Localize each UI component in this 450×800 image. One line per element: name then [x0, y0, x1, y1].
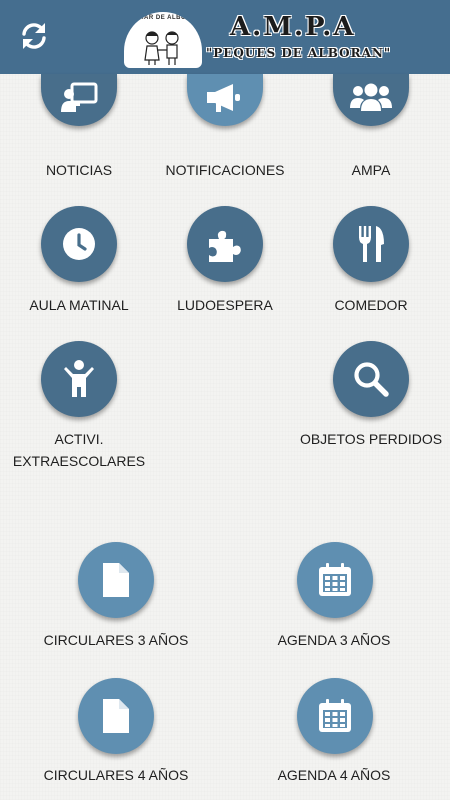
document-icon — [103, 699, 129, 733]
extraescolares-button[interactable] — [41, 341, 117, 417]
agenda-3-label: AGENDA 3 AÑOS — [277, 632, 391, 648]
ampa-subtitle: "PEQUES DE ALBORAN" — [206, 46, 392, 60]
notificaciones-label: NOTIFICACIONES — [165, 162, 285, 178]
children-drawing-icon — [144, 31, 179, 65]
agenda-4-label: AGENDA 4 AÑOS — [277, 767, 391, 783]
circulares-3-button[interactable] — [78, 542, 154, 618]
document-icon — [103, 563, 129, 597]
aula-matinal-button[interactable] — [41, 206, 117, 282]
circulares-4-label: CIRCULARES 4 AÑOS — [43, 767, 189, 783]
ampa-title: A.M.P.A — [230, 12, 356, 42]
calendar-icon — [319, 699, 351, 732]
refresh-button[interactable] — [16, 18, 52, 54]
utensils-icon — [359, 226, 384, 262]
school-seal: E.I. MAR DE ALBORAN — [124, 12, 202, 68]
search-icon — [354, 362, 389, 397]
extraescolares-label: ACTIVI. EXTRAESCOLARES — [12, 431, 146, 469]
circulares-4-button[interactable] — [78, 678, 154, 754]
ampa-button[interactable] — [333, 74, 409, 126]
calendar-icon — [319, 563, 351, 596]
aula-matinal-label: AULA MATINAL — [29, 297, 129, 313]
app-header: E.I. MAR DE ALBORAN A.M.P.A "PEQUES DE A… — [0, 0, 450, 74]
ludoespera-button[interactable] — [187, 206, 263, 282]
noticias-label: NOTICIAS — [45, 162, 113, 178]
puzzle-icon — [209, 230, 241, 262]
objetos-perdidos-button[interactable] — [333, 341, 409, 417]
megaphone-icon — [207, 84, 240, 112]
agenda-4-button[interactable] — [297, 678, 373, 754]
ludoespera-label: LUDOESPERA — [177, 297, 273, 313]
agenda-3-button[interactable] — [297, 542, 373, 618]
child-icon — [64, 360, 94, 397]
ampa-label: AMPA — [351, 162, 391, 178]
ampa-logo: E.I. MAR DE ALBORAN A.M.P.A "PEQUES DE A… — [124, 8, 390, 70]
clock-icon — [63, 228, 95, 260]
comedor-button[interactable] — [333, 206, 409, 282]
presentation-icon — [61, 82, 98, 112]
noticias-button[interactable] — [41, 74, 117, 126]
notificaciones-button[interactable] — [187, 74, 263, 126]
comedor-label: COMEDOR — [334, 297, 408, 313]
objetos-perdidos-label: OBJETOS PERDIDOS — [299, 431, 443, 447]
refresh-icon — [22, 23, 46, 49]
users-icon — [350, 83, 392, 111]
circulares-3-label: CIRCULARES 3 AÑOS — [43, 632, 189, 648]
